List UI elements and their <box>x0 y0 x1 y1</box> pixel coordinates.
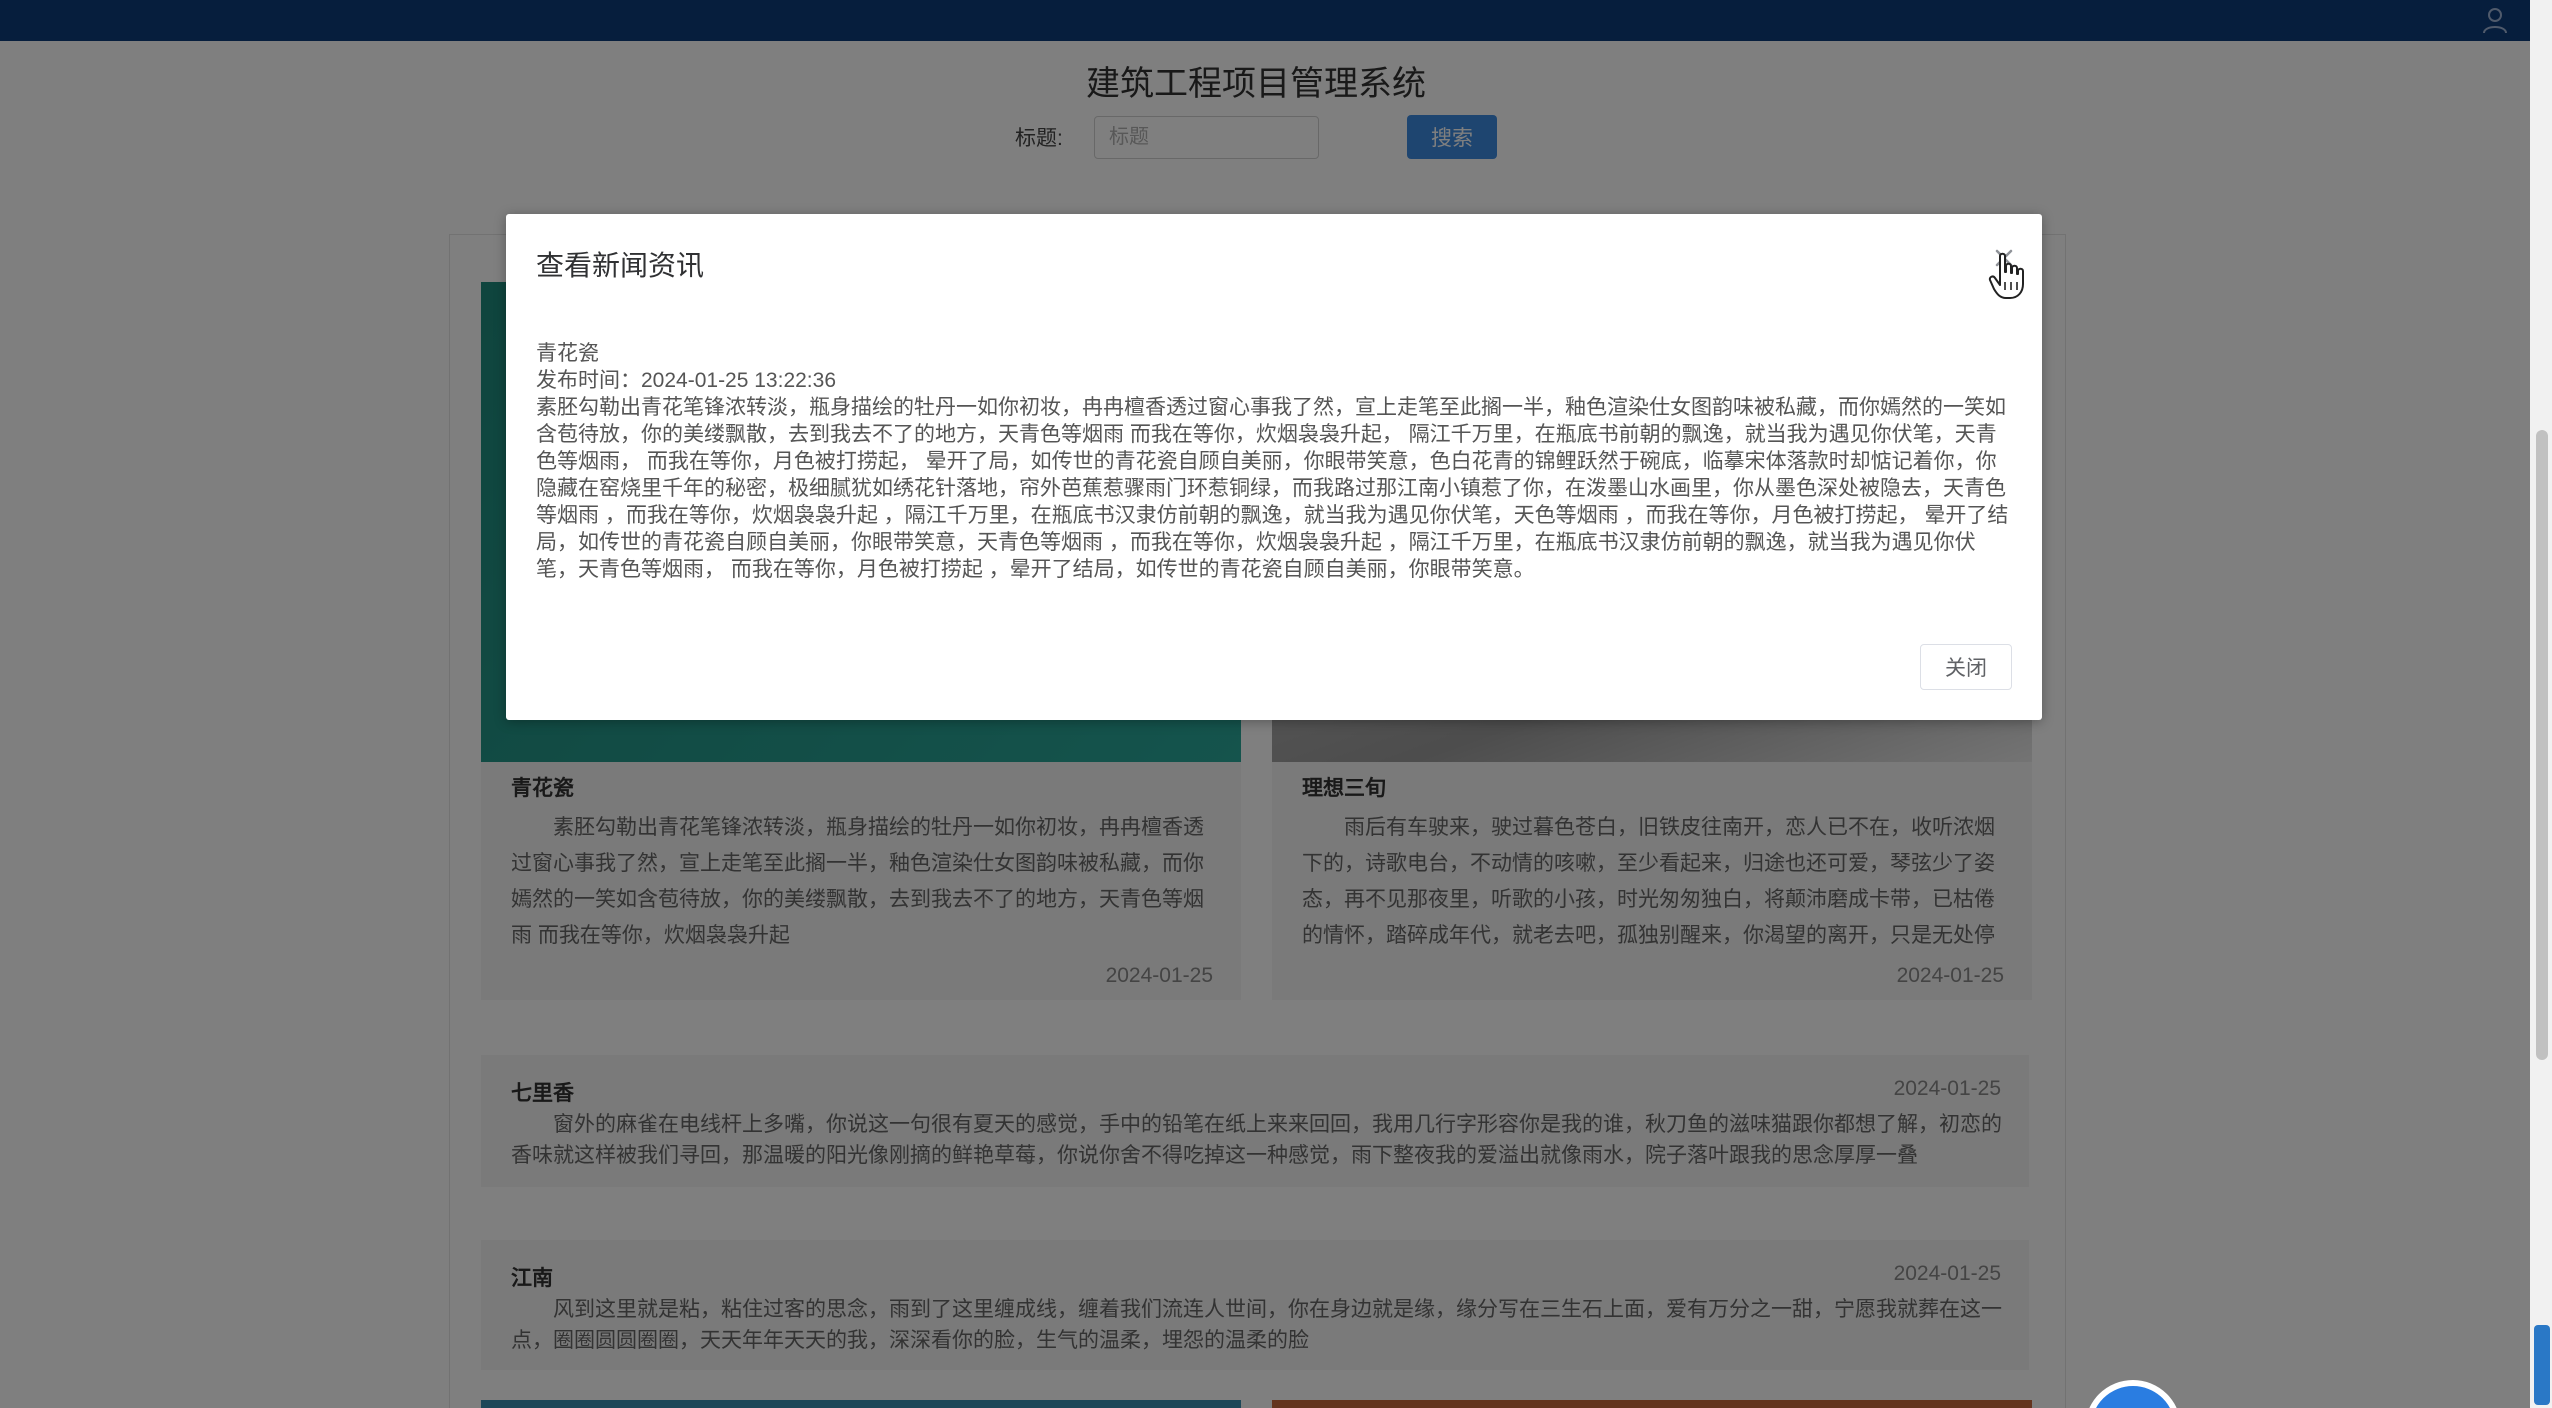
dialog-content: 青花瓷 发布时间：2024-01-25 13:22:36 素胚勾勒出青花笔锋浓转… <box>536 340 2014 583</box>
hand-cursor-icon <box>1988 252 2024 299</box>
dialog-close-button[interactable]: 关闭 <box>1920 644 2012 690</box>
publish-time: 发布时间：2024-01-25 13:22:36 <box>536 369 836 392</box>
news-detail-dialog: 查看新闻资讯 青花瓷 发布时间：2024-01-25 13:22:36 素胚勾勒… <box>506 214 2042 720</box>
scroll-indicator <box>2534 1325 2550 1405</box>
dialog-title: 查看新闻资讯 <box>536 250 705 281</box>
news-content: 素胚勾勒出青花笔锋浓转淡，瓶身描绘的牡丹一如你初妆，冉冉檀香透过窗心事我了然，宣… <box>536 396 2009 581</box>
scrollbar[interactable] <box>2530 0 2552 1408</box>
news-title: 青花瓷 <box>536 342 599 365</box>
scrollbar-thumb[interactable] <box>2536 430 2548 1060</box>
